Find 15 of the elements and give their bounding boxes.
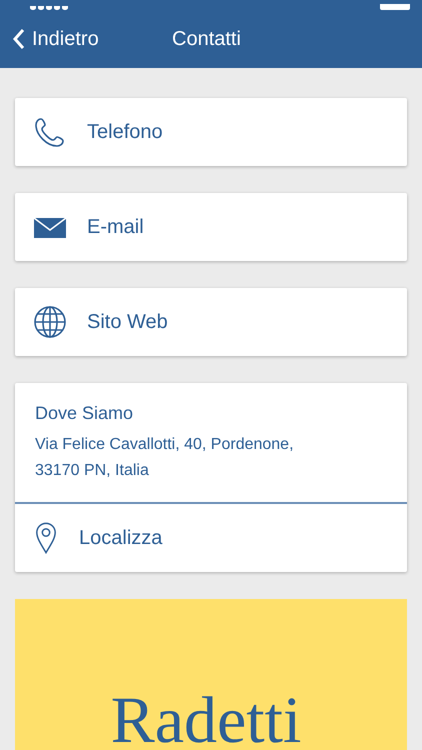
screen-title: Contatti [172, 28, 241, 50]
locate-button[interactable]: Localizza [15, 504, 407, 572]
battery-icon [380, 4, 410, 10]
back-button[interactable]: Indietro [12, 28, 172, 50]
brand-logo: Radetti [110, 692, 302, 750]
address-text: Via Felice Cavallotti, 40, Pordenone, 33170 PN, Italia [35, 435, 295, 481]
map-pin-icon [35, 521, 57, 555]
contact-button[interactable]: Sito Web [15, 288, 407, 356]
contact-button[interactable]: E-mail [15, 193, 407, 261]
phone-icon [33, 115, 67, 149]
globe-icon [33, 305, 67, 339]
contact-button[interactable]: Telefono [15, 98, 407, 166]
chevron-left-icon [12, 28, 26, 50]
signal-icon [30, 6, 70, 10]
address-heading: Dove Siamo [35, 403, 134, 424]
